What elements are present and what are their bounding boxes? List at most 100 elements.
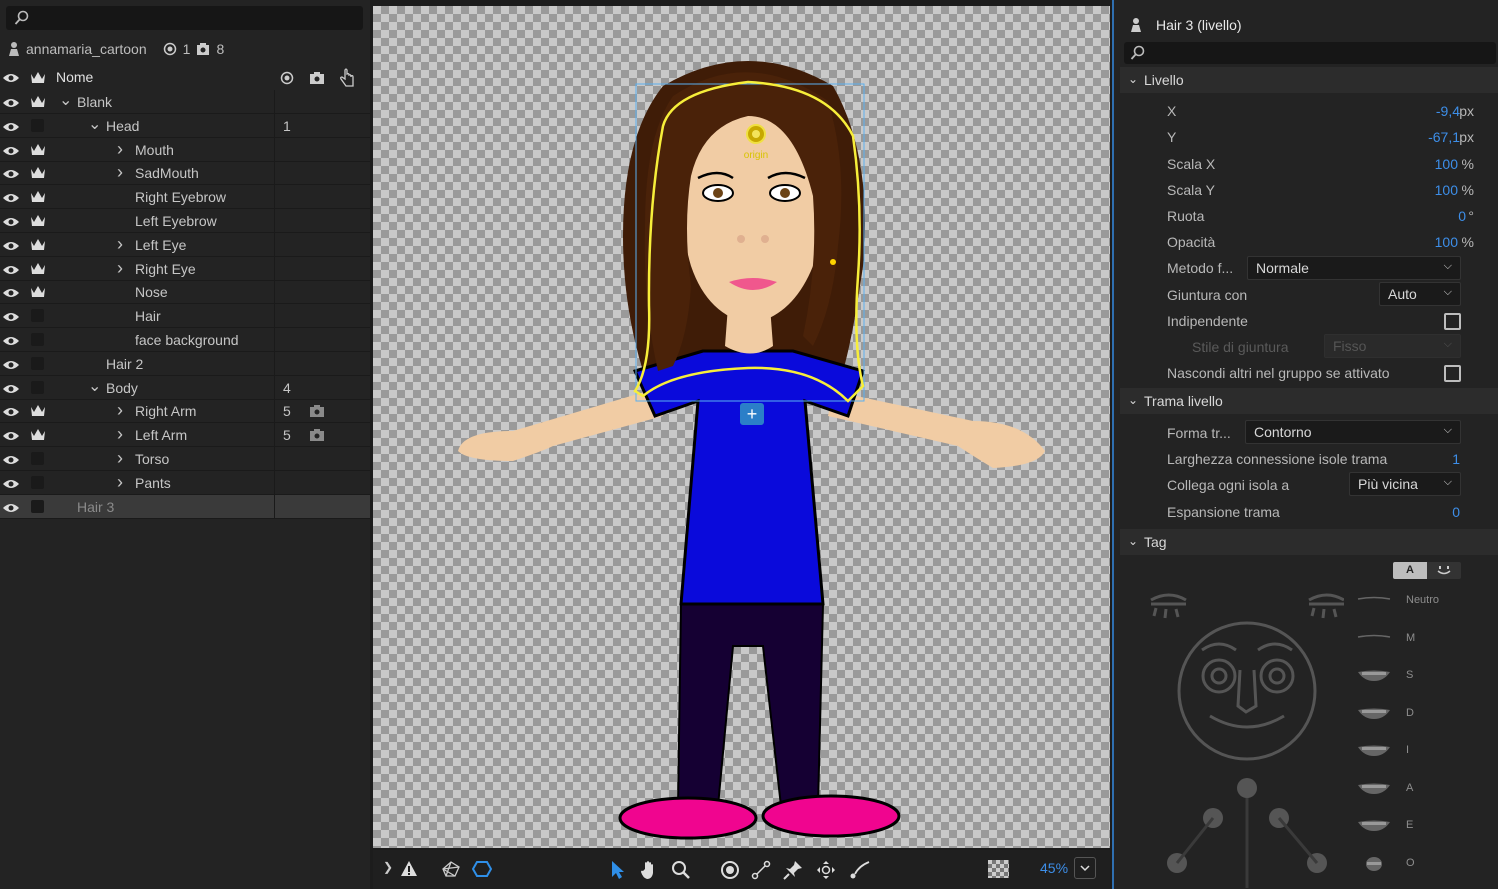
chevron-right-icon[interactable]: › (117, 472, 123, 493)
prop-scaley-value[interactable]: 100 (1435, 182, 1458, 198)
viseme-mouth-icon[interactable] (1354, 706, 1394, 720)
eye-icon[interactable] (2, 286, 20, 302)
chevron-right-icon[interactable]: › (117, 258, 123, 279)
prop-ruota-value[interactable]: 0 (1458, 208, 1466, 224)
eye-icon[interactable] (2, 191, 20, 207)
prop-y-value[interactable]: -67,1 (1428, 129, 1460, 145)
zoom-value[interactable]: 45% (1040, 860, 1068, 876)
eye-icon[interactable] (2, 215, 20, 231)
crown-icon[interactable] (30, 213, 46, 232)
independent-toggle[interactable] (31, 118, 44, 132)
section-livello[interactable]: ⌄ Livello (1120, 67, 1498, 93)
metodo-dropdown[interactable]: Normale ⌵ (1247, 256, 1461, 280)
eye-icon[interactable] (2, 382, 20, 398)
viseme-mouth-icon[interactable] (1354, 593, 1394, 607)
bend-tool-icon[interactable] (849, 860, 871, 880)
layer-row[interactable]: Nose (0, 280, 370, 305)
layer-row[interactable]: › Pants (0, 470, 370, 495)
puppet-character[interactable]: origin + (373, 6, 1110, 848)
hand-touch-icon[interactable] (338, 68, 356, 88)
layer-row[interactable]: Hair (0, 304, 370, 329)
prop-espansione-value[interactable]: 0 (1452, 504, 1460, 520)
crown-icon[interactable] (30, 261, 46, 280)
layer-row[interactable]: ⌄ Blank (0, 90, 370, 114)
crown-icon[interactable] (30, 284, 46, 303)
chevron-right-icon[interactable]: › (117, 448, 123, 469)
tag-face-diagram[interactable] (1134, 588, 1344, 888)
chevron-right-icon[interactable]: › (117, 424, 123, 445)
viseme-mouth-icon[interactable] (1354, 856, 1394, 871)
crown-icon[interactable] (30, 189, 46, 208)
layer-row[interactable]: › Right Eye (0, 256, 370, 281)
eye-icon[interactable] (2, 239, 20, 255)
viseme-mouth-icon[interactable] (1354, 631, 1394, 645)
layer-row[interactable]: Hair 2 (0, 351, 370, 376)
viseme-mouth-icon[interactable] (1354, 781, 1394, 795)
eye-icon[interactable] (2, 72, 20, 84)
layer-row[interactable]: › Left Eye (0, 232, 370, 257)
layer-row[interactable]: › Torso (0, 447, 370, 471)
eye-icon[interactable] (2, 96, 20, 112)
recorder-column-icon[interactable] (309, 71, 325, 85)
prop-opacita-value[interactable]: 100 (1435, 234, 1458, 250)
crown-icon[interactable] (30, 94, 46, 113)
layer-row[interactable]: Hair 3 (0, 494, 370, 519)
section-trama[interactable]: ⌄ Trama livello (1120, 388, 1498, 414)
origin-tool-icon[interactable] (720, 860, 740, 880)
crown-icon[interactable] (30, 427, 46, 446)
chevron-down-icon[interactable]: ⌄ (88, 114, 101, 134)
independent-toggle[interactable] (31, 499, 44, 513)
crown-icon[interactable] (30, 142, 46, 161)
eye-icon[interactable] (2, 477, 20, 493)
eye-icon[interactable] (2, 120, 20, 136)
tag-face-mode-button[interactable] (1427, 562, 1461, 579)
chevron-right-icon[interactable]: › (117, 400, 123, 421)
zoom-dropdown[interactable] (1074, 857, 1096, 879)
eye-icon[interactable] (2, 167, 20, 183)
transparency-toggle[interactable] (988, 860, 1009, 878)
tag-text-mode-button[interactable]: A (1393, 562, 1427, 579)
eye-icon[interactable] (2, 405, 20, 421)
layer-row[interactable]: ⌄ Head 1 (0, 113, 370, 138)
crown-icon[interactable] (30, 237, 46, 256)
crown-icon[interactable] (30, 70, 46, 86)
eye-icon[interactable] (2, 310, 20, 326)
eye-icon[interactable] (2, 501, 20, 517)
nascondi-checkbox[interactable] (1444, 365, 1461, 382)
layers-search-field[interactable] (6, 6, 363, 30)
chevron-right-icon[interactable]: › (117, 162, 123, 183)
eye-icon[interactable] (2, 429, 20, 445)
forma-dropdown[interactable]: Contorno ⌵ (1245, 420, 1461, 444)
eye-icon[interactable] (2, 453, 20, 469)
independent-toggle[interactable] (31, 380, 44, 394)
prop-x-value[interactable]: -9,4 (1436, 103, 1460, 119)
layer-row[interactable]: › SadMouth (0, 161, 370, 186)
independent-toggle[interactable] (31, 333, 44, 346)
stick-tool-icon[interactable] (751, 860, 771, 880)
prop-larghezza-value[interactable]: 1 (1452, 451, 1460, 467)
collega-dropdown[interactable]: Più vicina ⌵ (1349, 472, 1461, 496)
independent-toggle[interactable] (31, 356, 44, 370)
layer-row[interactable]: › Right Arm 5 (0, 399, 370, 424)
pin-tool-icon[interactable] (783, 860, 803, 880)
origin-column-icon[interactable] (280, 71, 294, 85)
chevron-right-icon[interactable]: › (117, 234, 123, 255)
layer-row[interactable]: face background (0, 328, 370, 352)
layer-row[interactable]: › Mouth (0, 137, 370, 162)
crown-icon[interactable] (30, 165, 46, 184)
dragger-tool-icon[interactable] (816, 860, 836, 880)
zoom-tool-icon[interactable] (671, 860, 691, 880)
layer-row[interactable]: Right Eyebrow (0, 185, 370, 210)
hand-tool-icon[interactable] (639, 860, 659, 880)
independent-toggle[interactable] (31, 452, 44, 465)
independent-toggle[interactable] (31, 475, 44, 489)
crown-icon[interactable] (30, 403, 46, 422)
chevron-down-icon[interactable]: ⌄ (59, 90, 72, 110)
eye-icon[interactable] (2, 358, 20, 374)
outline-icon[interactable] (472, 860, 492, 878)
eye-icon[interactable] (2, 144, 20, 160)
name-column-header[interactable]: Nome (56, 69, 93, 85)
layer-row[interactable]: ⌄ Body 4 (0, 375, 370, 400)
chevron-down-icon[interactable]: ⌄ (88, 376, 101, 396)
layer-row[interactable]: Left Eyebrow (0, 209, 370, 233)
